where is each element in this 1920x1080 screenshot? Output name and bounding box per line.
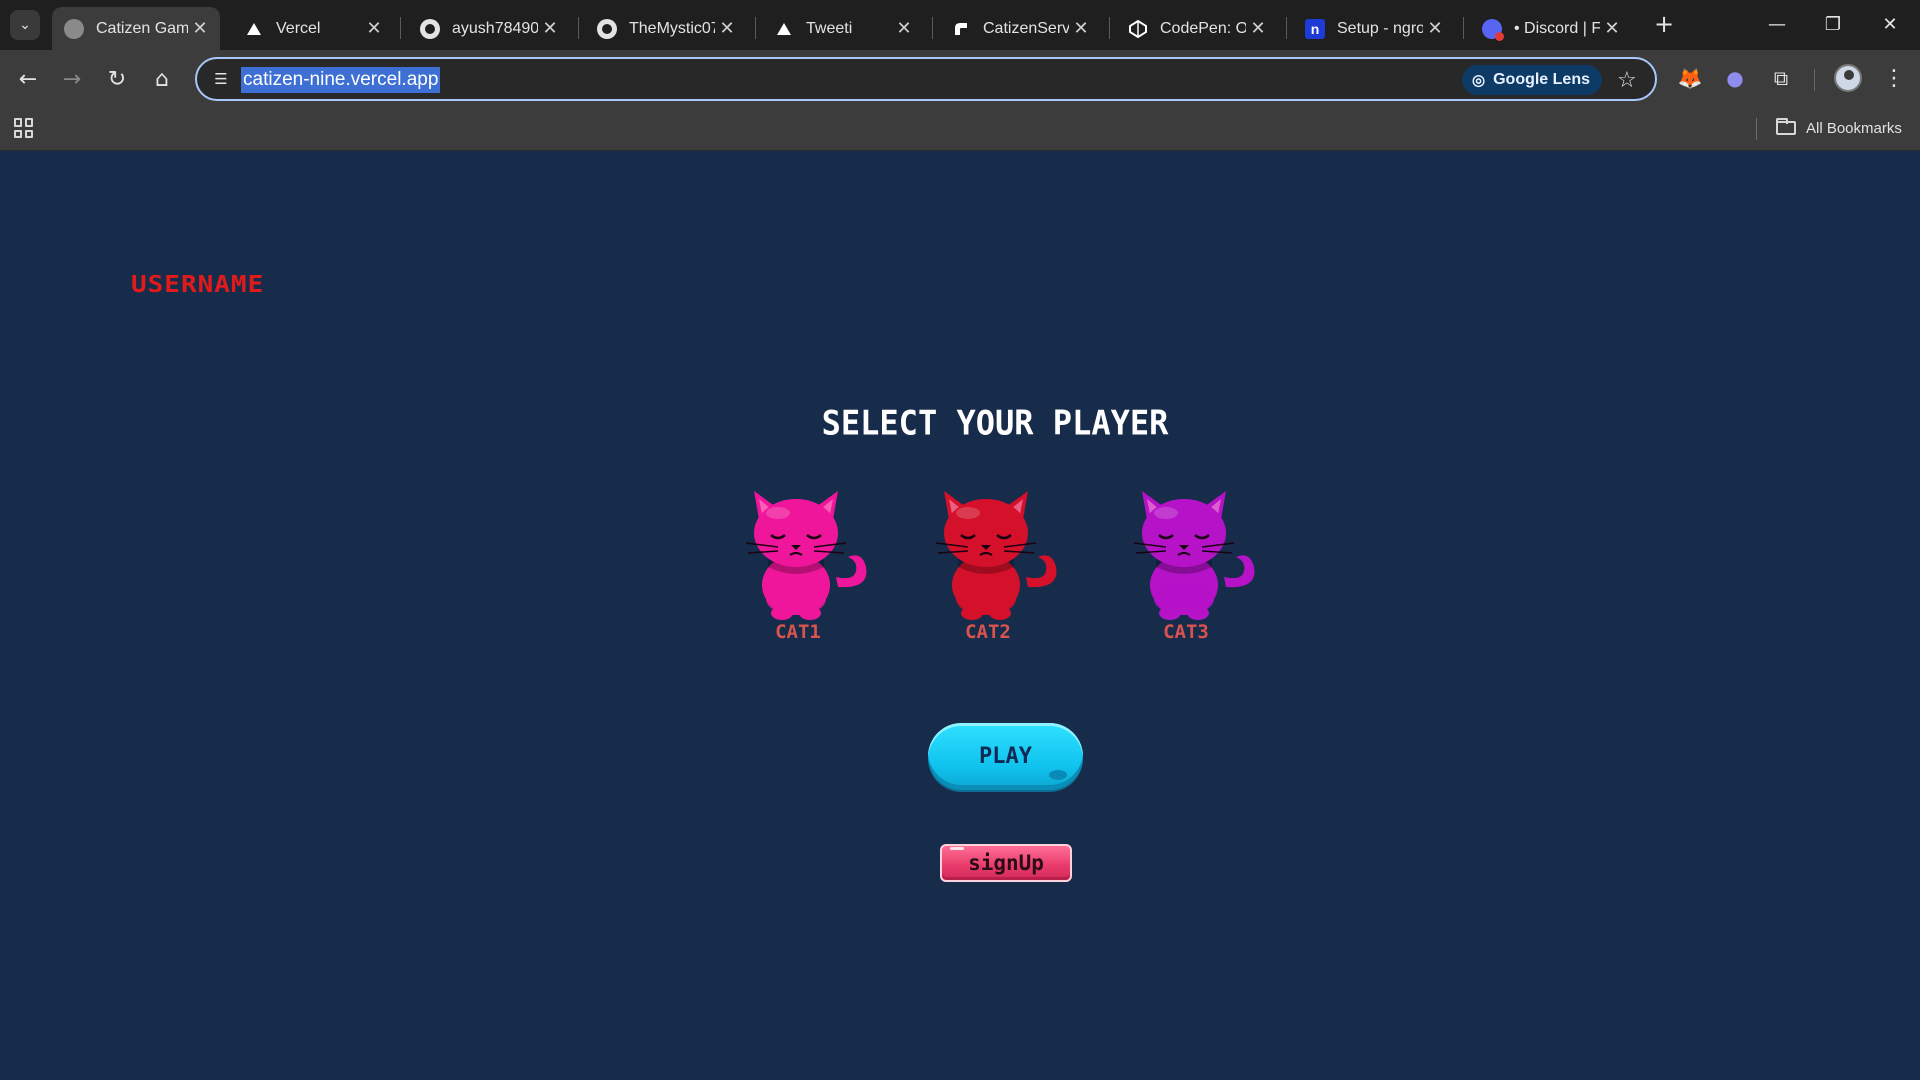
play-button[interactable]: PLAY	[928, 723, 1083, 790]
arrow-left-icon: ←	[18, 66, 38, 92]
tab-catizen-server[interactable]: CatizenServer ✕	[939, 7, 1101, 50]
all-bookmarks-button[interactable]: All Bookmarks	[1776, 115, 1902, 141]
tab-discord[interactable]: • Discord | Fr ✕	[1470, 7, 1632, 50]
select-player-heading: SELECT YOUR PLAYER	[821, 403, 1169, 443]
address-bar[interactable]: ☰ catizen-nine.vercel.app ◎ Google Lens …	[195, 57, 1657, 101]
github-icon	[597, 18, 617, 39]
forward-button[interactable]: →	[56, 63, 88, 95]
cat2-label: CAT2	[965, 621, 1011, 643]
globe-icon	[64, 18, 84, 39]
username-label: USERNAME	[131, 271, 265, 299]
cat3-label: CAT3	[1163, 621, 1209, 643]
game-page: USERNAME SELECT YOUR PLAYER CAT1 CAT2 CA…	[0, 152, 1920, 1076]
minimize-icon: —	[1768, 13, 1786, 35]
player-option-cat3[interactable]: CAT3	[1126, 477, 1266, 643]
cat2-image	[935, 491, 1057, 620]
browser-toolbar: ← → ↻ ⌂ ☰ catizen-nine.vercel.app ◎ Goog…	[0, 50, 1920, 107]
arrow-right-icon: →	[62, 66, 82, 92]
profile-avatar[interactable]	[1834, 64, 1862, 92]
more-vertical-icon: ⋮	[1883, 65, 1905, 91]
back-button[interactable]: ←	[12, 63, 44, 95]
vercel-icon	[244, 19, 264, 39]
cat3-image	[1133, 491, 1255, 620]
minimize-button[interactable]: —	[1757, 8, 1797, 40]
restore-icon: ❐	[1824, 13, 1842, 35]
close-icon[interactable]: ✕	[1600, 17, 1624, 41]
extensions-puzzle-icon[interactable]: ⧉	[1767, 64, 1795, 92]
url-text[interactable]: catizen-nine.vercel.app	[241, 67, 441, 93]
player-option-cat2[interactable]: CAT2	[928, 477, 1068, 643]
close-icon[interactable]: ✕	[715, 17, 739, 41]
new-tab-button[interactable]: +	[1650, 10, 1678, 38]
close-icon[interactable]: ✕	[892, 17, 916, 41]
discord-icon	[1482, 18, 1504, 41]
tab-strip: ⌄ Catizen Game ✕ Vercel ✕ ayush78490/ ✕ …	[0, 0, 1920, 50]
render-icon	[951, 19, 971, 39]
site-info-icon[interactable]: ☰	[211, 69, 231, 89]
cat1-image	[745, 491, 867, 620]
tab-github-ayush[interactable]: ayush78490/ ✕	[408, 7, 570, 50]
google-lens-button[interactable]: ◎ Google Lens	[1462, 65, 1602, 95]
folder-icon	[1776, 118, 1796, 135]
restore-button[interactable]: ❐	[1813, 8, 1853, 40]
bookmarks-bar: All Bookmarks	[0, 107, 1920, 151]
cat1-label: CAT1	[775, 621, 821, 643]
github-icon	[420, 18, 440, 39]
tab-github-themystic[interactable]: TheMystic07/ ✕	[585, 7, 747, 50]
ngrok-icon: n	[1305, 18, 1325, 39]
reload-icon: ↻	[107, 66, 127, 92]
plus-icon: +	[1653, 10, 1675, 38]
codepen-icon	[1128, 19, 1148, 39]
bookmark-star-icon[interactable]: ☆	[1617, 68, 1637, 93]
ghost-extension-icon[interactable]: ●	[1721, 64, 1749, 92]
close-icon[interactable]: ✕	[1423, 17, 1447, 41]
home-button[interactable]: ⌂	[146, 63, 178, 95]
close-icon[interactable]: ✕	[1069, 17, 1093, 41]
tab-ngrok[interactable]: n Setup - ngrok ✕	[1293, 7, 1455, 50]
tab-codepen[interactable]: CodePen: Onl ✕	[1116, 7, 1278, 50]
home-icon: ⌂	[155, 66, 169, 92]
vercel-icon	[774, 19, 794, 39]
close-icon: ✕	[1882, 13, 1898, 35]
player-option-cat1[interactable]: CAT1	[738, 477, 878, 643]
metamask-extension-icon[interactable]: 🦊	[1676, 64, 1704, 92]
apps-grid-icon[interactable]	[14, 118, 34, 138]
signup-button[interactable]: signUp	[940, 844, 1072, 882]
close-window-button[interactable]: ✕	[1870, 8, 1910, 40]
close-icon[interactable]: ✕	[538, 17, 562, 41]
tab-tweeti[interactable]: Tweeti ✕	[762, 7, 924, 50]
close-icon[interactable]: ✕	[1246, 17, 1270, 41]
chevron-down-icon: ⌄	[19, 17, 31, 33]
reload-button[interactable]: ↻	[101, 63, 133, 95]
close-icon[interactable]: ✕	[362, 17, 386, 41]
browser-menu-button[interactable]: ⋮	[1880, 63, 1908, 93]
tab-catizen-game[interactable]: Catizen Game ✕	[52, 7, 220, 50]
lens-icon: ◎	[1472, 72, 1486, 89]
tab-search-button[interactable]: ⌄	[10, 10, 40, 40]
tab-vercel[interactable]: Vercel ✕	[232, 7, 394, 50]
close-icon[interactable]: ✕	[188, 17, 212, 41]
